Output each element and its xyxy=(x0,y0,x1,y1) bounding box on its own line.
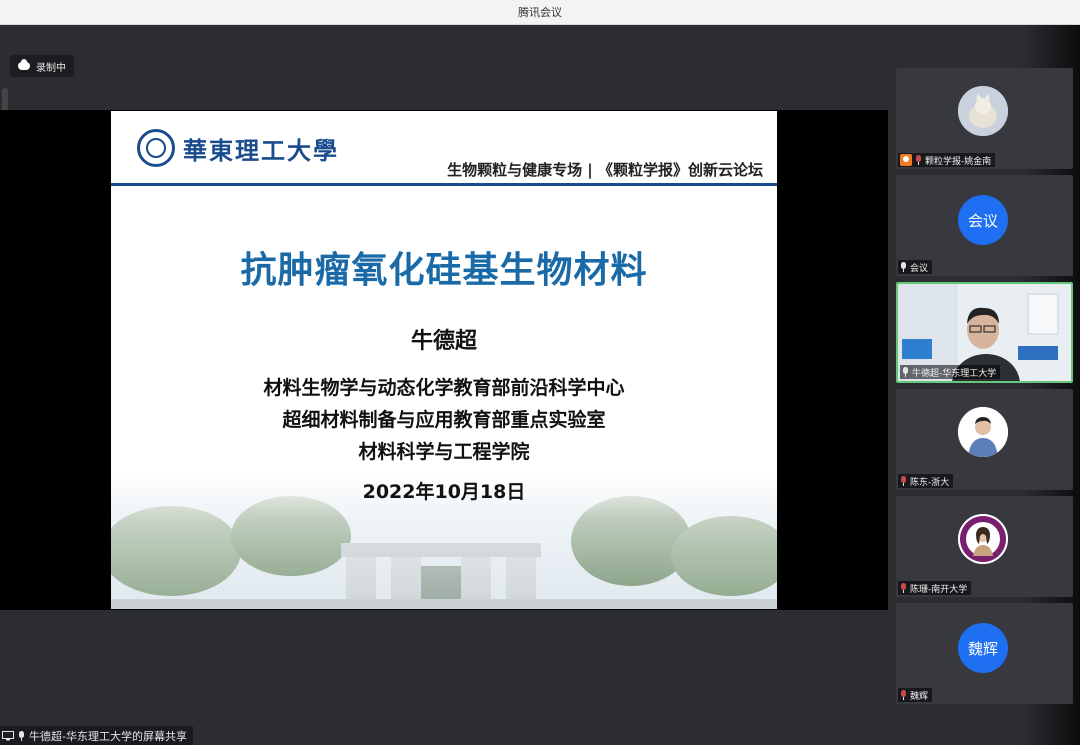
participant-label: 陈珊-南开大学 xyxy=(898,581,972,595)
university-badge-photo-icon xyxy=(958,514,1008,564)
participant-tile[interactable]: 陈东-浙大 xyxy=(896,389,1073,490)
presentation-slide: 華東理工大學 生物颗粒与健康专场 | 《颗粒学报》创新云论坛 抗肿瘤氧化硅基生物… xyxy=(111,111,777,609)
microphone-icon xyxy=(900,262,907,272)
slide-title: 抗肿瘤氧化硅基生物材料 xyxy=(240,250,648,291)
speaker-name: 牛德超 xyxy=(410,329,477,354)
participant-label: 会议 xyxy=(898,260,933,274)
affiliation-line: 材料生物学与动态化学教育部前沿科学中心 xyxy=(263,377,625,399)
participant-tile[interactable]: 魏辉 魏辉 xyxy=(896,603,1073,704)
participant-label: 魏辉 xyxy=(898,688,933,702)
microphone-muted-icon xyxy=(900,583,907,593)
presentation-date: 2022年10月18日 xyxy=(362,481,526,503)
participant-avatar xyxy=(958,86,1008,136)
university-seal-icon xyxy=(137,129,175,167)
header-divider xyxy=(111,183,777,186)
participant-label: 陈东-浙大 xyxy=(898,474,954,488)
microphone-icon xyxy=(18,730,25,741)
host-icon xyxy=(900,154,912,166)
cloud-icon xyxy=(18,59,30,70)
participant-name: 颗粒学报-姚金南 xyxy=(925,156,992,167)
participant-avatar: 会议 xyxy=(958,195,1008,245)
microphone-muted-icon xyxy=(900,690,907,700)
participant-name: 陈珊-南开大学 xyxy=(910,584,968,595)
participant-avatar xyxy=(958,407,1008,457)
screen-share-icon xyxy=(2,730,14,740)
window-title: 腾讯会议 xyxy=(518,6,562,19)
person-photo-icon xyxy=(958,407,1008,457)
university-name: 華東理工大學 xyxy=(183,135,339,165)
microphone-muted-icon xyxy=(915,155,922,165)
participant-name: 会议 xyxy=(910,263,929,274)
screen-share-owner: 牛德超-华东理工大学的屏幕共享 xyxy=(29,729,187,743)
participant-tile[interactable]: 会议 会议 xyxy=(896,175,1073,276)
participant-tile[interactable]: 颗粒学报-姚金南 xyxy=(896,68,1073,169)
participant-label: 牛德超-华东理工大学 xyxy=(900,365,1001,379)
participant-name: 牛德超-华东理工大学 xyxy=(912,368,997,379)
participant-panel: 颗粒学报-姚金南 会议 会议 牛德超-华东理工大学 陈东-浙大 陈珊-南开大学 … xyxy=(888,25,1080,745)
participant-avatar: 魏辉 xyxy=(958,623,1008,673)
window-titlebar: 腾讯会议 xyxy=(0,0,1080,25)
microphone-icon xyxy=(902,367,909,377)
participant-name: 陈东-浙大 xyxy=(910,477,950,488)
recording-indicator[interactable]: 录制中 xyxy=(10,55,74,77)
affiliation-line: 材料科学与工程学院 xyxy=(358,441,530,463)
cat-photo-icon xyxy=(958,86,1008,136)
participant-tile-active[interactable]: 牛德超-华东理工大学 xyxy=(896,282,1073,383)
screen-share-label: 牛德超-华东理工大学的屏幕共享 xyxy=(0,726,193,745)
university-logo: 華東理工大學 xyxy=(137,129,339,167)
affiliation-line: 超细材料制备与应用教育部重点实验室 xyxy=(282,409,606,431)
participant-name: 魏辉 xyxy=(910,691,929,702)
microphone-muted-icon xyxy=(900,476,907,486)
forum-title: 生物颗粒与健康专场 | 《颗粒学报》创新云论坛 xyxy=(447,161,763,179)
recording-label: 录制中 xyxy=(36,62,66,74)
participant-tile[interactable]: 陈珊-南开大学 xyxy=(896,496,1073,597)
participant-label: 颗粒学报-姚金南 xyxy=(898,153,996,167)
participant-avatar xyxy=(958,514,1008,564)
